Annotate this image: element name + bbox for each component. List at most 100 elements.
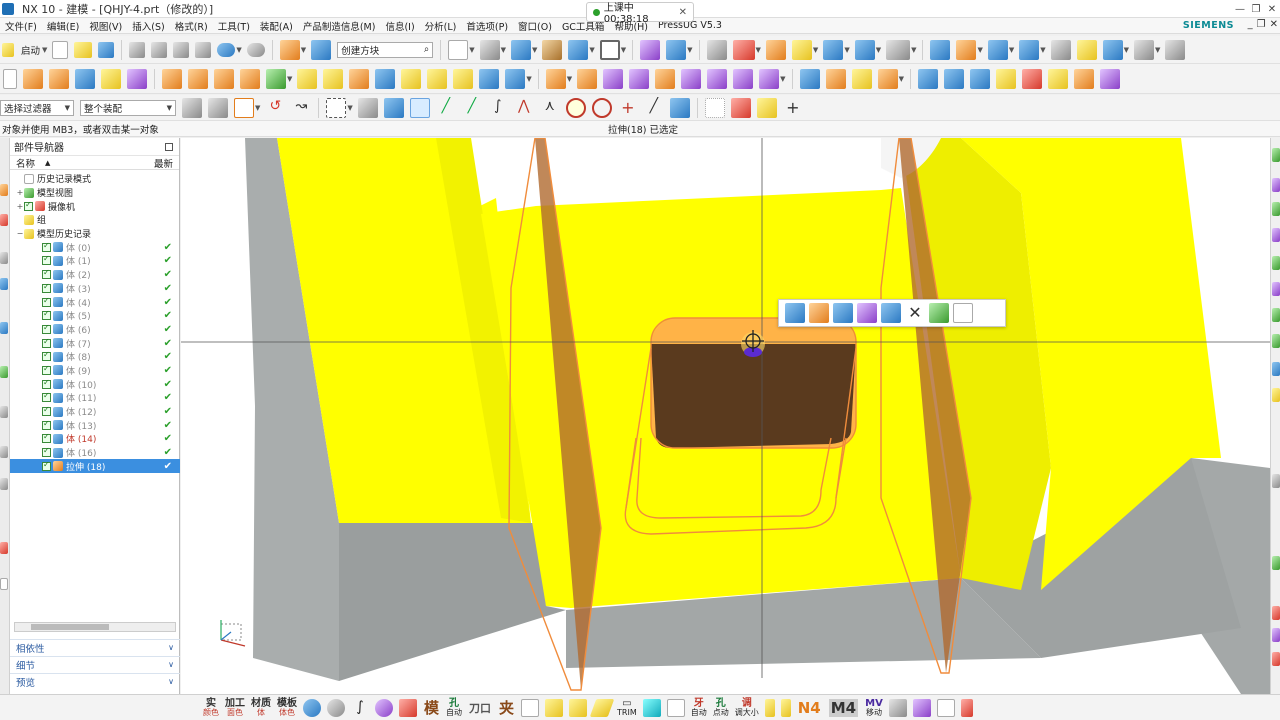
background-icon[interactable] xyxy=(599,39,620,60)
enable-snap-icon[interactable] xyxy=(409,97,430,118)
tree-row[interactable]: + 摄像机 xyxy=(10,199,180,213)
wcs-icon[interactable] xyxy=(666,39,687,60)
pad-icon[interactable] xyxy=(240,68,260,89)
measure-icon[interactable] xyxy=(791,39,812,60)
visibility-checkbox[interactable] xyxy=(42,460,51,471)
template-button[interactable]: 模板 体色 xyxy=(277,698,297,717)
menu-tools[interactable]: 工具(T) xyxy=(213,19,255,33)
right-tool-10-icon[interactable] xyxy=(1272,388,1280,402)
right-tool-11-icon[interactable] xyxy=(1272,474,1280,488)
tree-row[interactable]: 组 xyxy=(10,213,180,227)
undo-icon[interactable] xyxy=(217,42,236,57)
menu-insert[interactable]: 插入(S) xyxy=(127,19,169,33)
column-latest[interactable]: 最新 xyxy=(154,156,173,170)
view-icon[interactable] xyxy=(1019,39,1040,60)
menu-info[interactable]: 信息(I) xyxy=(380,19,419,33)
pull-face-icon[interactable] xyxy=(577,68,598,89)
trim-button[interactable]: ▭ TRIM xyxy=(617,698,637,717)
ruled-icon[interactable] xyxy=(877,68,898,89)
information-icon[interactable] xyxy=(953,303,973,323)
pattern-feature-icon[interactable] xyxy=(266,68,286,89)
unfold-icon[interactable] xyxy=(995,68,1016,89)
menu-edit[interactable]: 编辑(E) xyxy=(42,19,84,33)
chevron-down-icon[interactable]: ∨ xyxy=(168,643,174,652)
visibility-checkbox[interactable] xyxy=(42,378,51,389)
point-on-face-icon[interactable] xyxy=(669,97,690,118)
tree-row[interactable]: 体 (12) ✔ xyxy=(10,405,180,419)
visibility-checkbox[interactable] xyxy=(24,200,33,211)
visibility-checkbox[interactable] xyxy=(42,241,51,252)
open-file-icon[interactable] xyxy=(74,41,93,58)
end-point-icon[interactable]: ╱ xyxy=(436,98,456,118)
role-icon[interactable] xyxy=(1165,39,1186,60)
doc-close-icon[interactable]: ✕ xyxy=(1270,19,1278,30)
reuse-library-icon[interactable] xyxy=(0,278,8,290)
visibility-checkbox[interactable] xyxy=(42,405,51,417)
tree-row[interactable]: + 模型视图 xyxy=(10,186,180,200)
system-materials-icon[interactable] xyxy=(0,406,8,418)
punch-icon[interactable] xyxy=(1073,68,1094,89)
visibility-checkbox[interactable] xyxy=(42,419,51,430)
make-symmetric-icon[interactable] xyxy=(759,68,780,89)
surface-dropdown-icon[interactable]: ▼ xyxy=(899,75,904,83)
menu-file[interactable]: 文件(F) xyxy=(0,19,42,33)
strip-icon[interactable] xyxy=(589,698,615,717)
drafting-icon[interactable] xyxy=(987,39,1008,60)
tree-row[interactable]: 历史记录模式 xyxy=(10,172,180,186)
text-icon[interactable] xyxy=(1134,39,1155,60)
make-coaxial-icon[interactable] xyxy=(733,68,754,89)
surface-icon[interactable] xyxy=(799,68,820,89)
visibility-checkbox[interactable] xyxy=(42,282,51,293)
extrude-icon[interactable] xyxy=(23,68,43,89)
crosshair-icon[interactable]: + xyxy=(783,98,803,118)
material-button[interactable]: 材质 体 xyxy=(251,698,271,717)
menu-window[interactable]: 窗口(O) xyxy=(513,19,557,33)
point-on-curve-icon[interactable]: ╱ xyxy=(644,98,664,118)
distance-dropdown-icon[interactable]: ▼ xyxy=(911,46,916,54)
through-curves-icon[interactable] xyxy=(825,68,846,89)
web-browser-icon[interactable] xyxy=(0,322,8,334)
visibility-checkbox[interactable] xyxy=(42,309,51,321)
command-finder-icon[interactable] xyxy=(311,39,332,60)
tree-row[interactable]: 体 (0) ✔ xyxy=(10,240,180,254)
datum-dropdown-icon[interactable]: ▼ xyxy=(756,46,761,54)
process-studio-icon[interactable] xyxy=(0,446,8,458)
visibility-checkbox[interactable] xyxy=(42,364,51,375)
quadrant-point-icon[interactable] xyxy=(565,97,586,118)
right-tool-1-icon[interactable] xyxy=(1272,148,1280,162)
control-point-icon[interactable]: ∫ xyxy=(488,98,508,118)
layer-dropdown-icon[interactable]: ▼ xyxy=(301,46,306,54)
chevron-down-icon[interactable]: ∨ xyxy=(168,660,174,669)
m4-label[interactable]: M4 xyxy=(828,698,859,717)
tree-row[interactable]: 体 (11) ✔ xyxy=(10,391,180,405)
pin-icon[interactable] xyxy=(165,142,173,151)
visibility-checkbox[interactable] xyxy=(42,323,51,334)
stack-icon[interactable] xyxy=(569,698,588,717)
edit-section-icon[interactable] xyxy=(568,39,589,60)
component-icon[interactable] xyxy=(756,97,777,118)
feature-select-icon[interactable] xyxy=(208,97,228,118)
make-coplanar-icon[interactable] xyxy=(707,68,728,89)
hole-icon[interactable] xyxy=(162,68,182,89)
thicken-icon[interactable] xyxy=(479,68,500,89)
blank-icon[interactable] xyxy=(1047,68,1068,89)
show-hide-icon[interactable] xyxy=(542,39,563,60)
right-tool-2-icon[interactable] xyxy=(1272,178,1280,192)
tree-row[interactable]: 体 (10) ✔ xyxy=(10,377,180,391)
chevron-down-icon[interactable]: ∨ xyxy=(168,677,174,686)
progressive-die-icon[interactable] xyxy=(969,68,990,89)
mid-point-icon[interactable]: ╱ xyxy=(462,98,482,118)
right-tool-9-icon[interactable] xyxy=(1272,362,1280,376)
tree-row[interactable]: 体 (4) ✔ xyxy=(10,295,180,309)
feature-icon[interactable] xyxy=(930,39,951,60)
datum-csys-icon[interactable] xyxy=(732,39,755,60)
edge-blend-icon[interactable] xyxy=(297,68,318,89)
visibility-checkbox[interactable] xyxy=(42,432,51,444)
body-select-icon[interactable] xyxy=(383,97,404,118)
timer-close-icon[interactable]: ✕ xyxy=(679,7,687,18)
right-tool-13-icon[interactable] xyxy=(1272,606,1280,620)
grid-icon[interactable] xyxy=(704,97,725,118)
swept-icon[interactable] xyxy=(851,68,872,89)
visibility-checkbox[interactable] xyxy=(42,337,51,348)
chevron-down-icon[interactable]: ▼ xyxy=(65,104,70,112)
